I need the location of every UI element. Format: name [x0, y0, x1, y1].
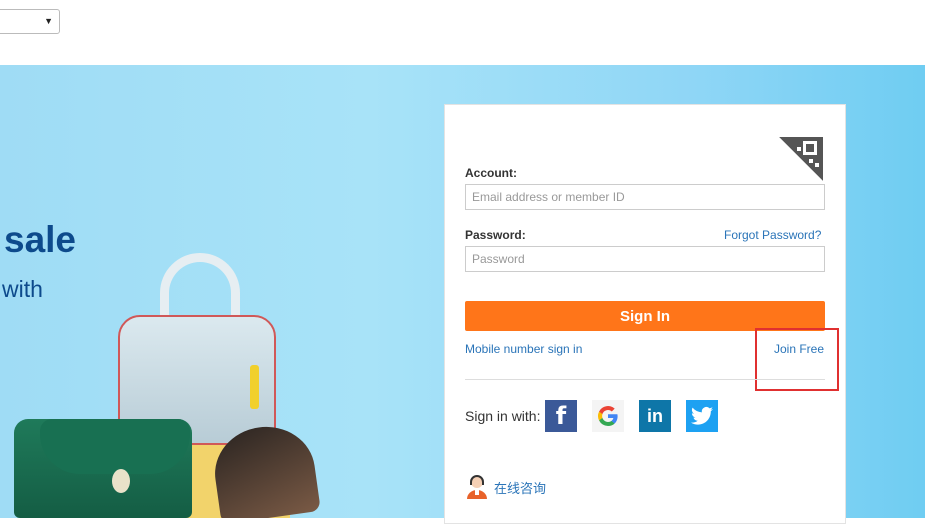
language-select[interactable]: ▼ [0, 9, 60, 34]
green-bag-flap [40, 419, 190, 474]
google-icon[interactable] [592, 400, 624, 432]
bag-tag [250, 365, 259, 409]
mobile-sign-in-link[interactable]: Mobile number sign in [465, 342, 582, 356]
highlight-box [755, 328, 839, 391]
password-input[interactable] [465, 246, 825, 272]
bag-clasp [112, 469, 130, 493]
twitter-icon[interactable] [686, 400, 718, 432]
forgot-password-link[interactable]: Forgot Password? [724, 228, 821, 242]
sign-in-button[interactable]: Sign In [465, 301, 825, 331]
divider [465, 379, 825, 380]
online-consult-link[interactable]: 在线咨询 [494, 478, 546, 497]
top-bar: ▼ [0, 0, 925, 65]
facebook-icon[interactable]: f [545, 400, 577, 432]
hero-title: sale [4, 219, 77, 260]
hero-subtitle: with [2, 276, 43, 302]
chevron-down-icon: ▼ [44, 16, 53, 26]
account-label: Account: [465, 166, 517, 180]
sign-in-with-label: Sign in with: [465, 408, 541, 424]
linkedin-icon[interactable]: in [639, 400, 671, 432]
qr-code-icon[interactable] [779, 137, 823, 181]
customer-service-icon [467, 475, 487, 499]
account-input[interactable] [465, 184, 825, 210]
password-label: Password: [465, 228, 526, 242]
